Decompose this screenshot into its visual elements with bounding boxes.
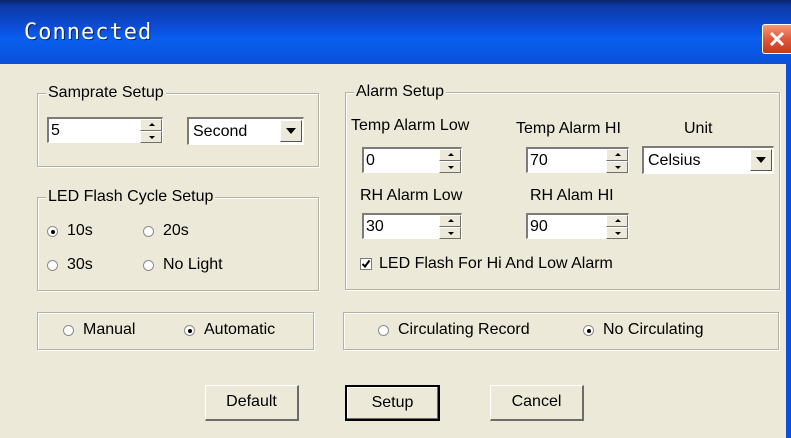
temp-alarm-low-value: 0 <box>366 152 375 169</box>
default-button[interactable]: Default <box>205 385 299 421</box>
samprate-unit-dropdown-button[interactable] <box>280 120 302 142</box>
rh-alarm-low-input[interactable]: 30 <box>362 213 462 239</box>
temp-hi-spin-down-button[interactable] <box>606 161 628 173</box>
mode-label-automatic: Automatic <box>204 321 276 338</box>
radio-unselected-icon <box>63 325 74 336</box>
rh-low-spin-down-button[interactable] <box>439 227 461 239</box>
temp-alarm-hi-label: Temp Alarm HI <box>516 120 621 137</box>
setup-button[interactable]: Setup <box>345 385 440 421</box>
led-cycle-label-30s: 30s <box>67 256 93 273</box>
led-flash-alarm-label: LED Flash For Hi And Low Alarm <box>379 255 613 272</box>
chevron-down-icon <box>615 166 621 169</box>
mode-label-manual: Manual <box>83 321 136 338</box>
temp-alarm-low-label: Temp Alarm Low <box>351 117 470 134</box>
rh-alarm-low-value: 30 <box>366 218 384 235</box>
dropdown-arrow-icon <box>286 128 296 134</box>
samprate-unit-select[interactable]: Second <box>187 117 304 145</box>
rh-alarm-low-spinner <box>439 215 461 239</box>
temp-alarm-low-input[interactable]: 0 <box>362 147 462 173</box>
chevron-up-icon <box>615 153 621 156</box>
samprate-group-title: Samprate Setup <box>46 83 166 103</box>
temp-alarm-hi-spinner <box>606 149 628 173</box>
alarm-group-title: Alarm Setup <box>354 82 447 102</box>
rh-hi-spin-down-button[interactable] <box>606 227 628 239</box>
chevron-down-icon <box>615 232 621 235</box>
temp-alarm-hi-value: 70 <box>530 152 548 169</box>
unit-label: Unit <box>684 120 713 137</box>
temp-alarm-hi-input[interactable]: 70 <box>526 147 629 173</box>
temp-hi-spin-up-button[interactable] <box>606 149 628 161</box>
dropdown-arrow-icon <box>756 157 766 163</box>
radio-selected-icon <box>184 325 195 336</box>
led-cycle-group: LED Flash Cycle Setup <box>37 187 319 291</box>
chevron-up-icon <box>448 219 454 222</box>
title-bar[interactable]: Connected <box>0 0 791 64</box>
led-cycle-label-10s: 10s <box>67 222 93 239</box>
radio-unselected-icon <box>47 260 58 271</box>
chevron-up-icon <box>615 219 621 222</box>
chevron-up-icon <box>149 123 155 126</box>
samprate-spinner <box>140 119 162 143</box>
rh-alarm-hi-spinner <box>606 215 628 239</box>
radio-selected-icon <box>583 325 594 336</box>
chevron-down-icon <box>448 166 454 169</box>
checkmark-icon <box>361 259 371 269</box>
temp-low-spin-up-button[interactable] <box>439 149 461 161</box>
close-button[interactable] <box>762 24 791 54</box>
led-cycle-label-20s: 20s <box>163 222 189 239</box>
dialog-window: Connected Samprate Setup 5 Second LED Fl… <box>0 0 791 438</box>
radio-unselected-icon <box>143 226 154 237</box>
close-icon <box>769 31 785 47</box>
samprate-input[interactable]: 5 <box>47 117 163 143</box>
chevron-down-icon <box>448 232 454 235</box>
temperature-unit-value: Celsius <box>648 152 701 169</box>
led-cycle-group-title: LED Flash Cycle Setup <box>46 187 216 207</box>
chevron-up-icon <box>448 153 454 156</box>
samprate-spin-down-button[interactable] <box>140 131 162 143</box>
record-label-no-circulating: No Circulating <box>603 321 704 338</box>
temp-low-spin-down-button[interactable] <box>439 161 461 173</box>
rh-alarm-hi-label: RH Alam HI <box>530 187 614 204</box>
window-title: Connected <box>24 20 153 45</box>
rh-hi-spin-up-button[interactable] <box>606 215 628 227</box>
led-cycle-label-no-light: No Light <box>163 256 223 273</box>
rh-low-spin-up-button[interactable] <box>439 215 461 227</box>
cancel-button[interactable]: Cancel <box>490 385 584 421</box>
radio-selected-icon <box>47 226 58 237</box>
samprate-spin-up-button[interactable] <box>140 119 162 131</box>
record-label-circulating: Circulating Record <box>398 321 530 338</box>
radio-unselected-icon <box>378 325 389 336</box>
samprate-value: 5 <box>51 122 60 139</box>
temp-alarm-low-spinner <box>439 149 461 173</box>
checkbox-box <box>360 258 372 270</box>
samprate-unit-value: Second <box>193 123 248 140</box>
temperature-unit-select[interactable]: Celsius <box>642 146 774 174</box>
rh-alarm-low-label: RH Alarm Low <box>360 187 463 204</box>
radio-unselected-icon <box>143 260 154 271</box>
chevron-down-icon <box>149 136 155 139</box>
rh-alarm-hi-value: 90 <box>530 218 548 235</box>
window-border <box>786 64 791 438</box>
temperature-unit-dropdown-button[interactable] <box>750 149 772 171</box>
rh-alarm-hi-input[interactable]: 90 <box>526 213 629 239</box>
